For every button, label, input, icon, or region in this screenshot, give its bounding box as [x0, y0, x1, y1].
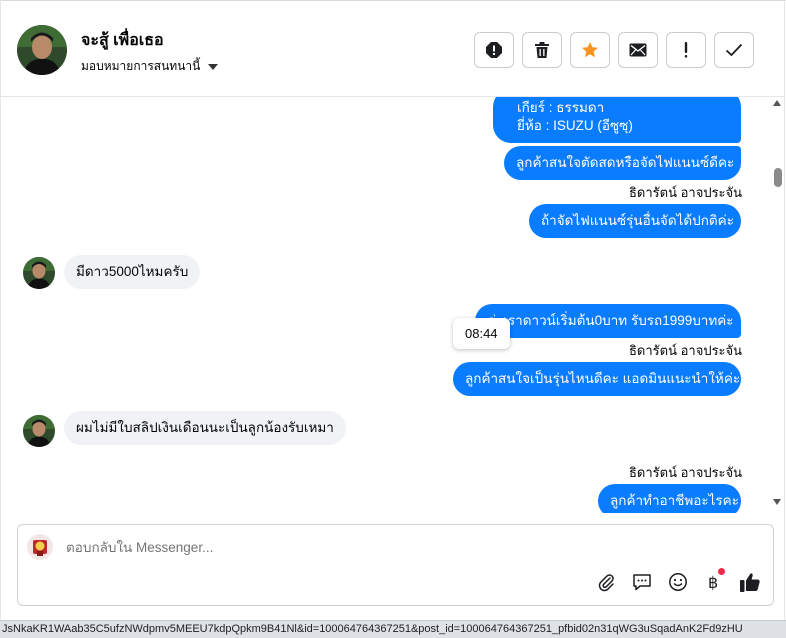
saved-reply-button[interactable] [631, 571, 653, 593]
thumbs-up-button[interactable] [739, 571, 761, 593]
message-text: ลูกค้าสนใจตัดสดหรือจัดไฟแนนซ์ดีคะ [516, 155, 735, 170]
trash-icon [535, 42, 549, 58]
contact-avatar-small [23, 257, 55, 289]
sender-name: ธิดารัตน์ อาจประจัน [629, 343, 743, 358]
message-text: ค่ะเราดาวน์เริ่มต้น0บาท รับรถ1999บาทค่ะ [487, 313, 734, 328]
attach-button[interactable] [595, 571, 617, 593]
alert-icon [486, 42, 502, 58]
timestamp-tooltip: 08:44 [453, 318, 510, 349]
message-list[interactable]: เกียร์ : ธรรมดา ยี่ห้อ : ISUZU (อีซูซุ) … [1, 97, 771, 513]
message-text: ผมไม่มีใบสลิปเงินเดือนนะเป็นลูกน้องรับเห… [76, 420, 334, 435]
star-icon [582, 42, 598, 58]
thumbs-up-icon [740, 573, 760, 592]
message-text: ลูกค้าทำอาชีพอะไรคะ [610, 493, 739, 508]
reply-input[interactable] [66, 540, 726, 555]
incoming-message[interactable]: มีดาว5000ไหมครับ [64, 255, 201, 289]
conversation-panel: จะสู้ เพื่อเธอ มอบหมายการสนทนานี้ เกียร์… [0, 0, 786, 620]
scroll-down-arrow-icon[interactable] [773, 499, 781, 505]
notification-dot [718, 568, 725, 575]
message-text: มีดาว5000ไหมครับ [76, 264, 189, 279]
assign-conversation-dropdown[interactable]: มอบหมายการสนทนานี้ [81, 57, 219, 76]
browser-status-bar: JsNkaKR1WAab35C5ufzNWdpmv5MEEU7kdpQpkm9B… [0, 620, 786, 638]
sender-name: ธิดารัตน์ อาจประจัน [629, 185, 743, 200]
reply-composer: ฿ [17, 524, 774, 606]
contact-avatar[interactable] [17, 25, 67, 75]
outgoing-message[interactable]: เกียร์ : ธรรมดา ยี่ห้อ : ISUZU (อีซูซุ) [493, 97, 741, 143]
check-icon [725, 43, 743, 57]
payment-button[interactable]: ฿ [703, 568, 725, 593]
emoji-icon [669, 573, 687, 591]
scroll-up-arrow-icon[interactable] [773, 100, 781, 106]
outgoing-message[interactable]: ลูกค้าทำอาชีพอะไรคะ [598, 484, 741, 513]
mark-spam-button[interactable] [474, 32, 514, 68]
delete-button[interactable] [522, 32, 562, 68]
conversation-header: จะสู้ เพื่อเธอ มอบหมายการสนทนานี้ [1, 1, 784, 97]
page-avatar [27, 534, 53, 560]
svg-text:฿: ฿ [708, 573, 718, 592]
outgoing-message[interactable]: ลูกค้าสนใจเป็นรุ่นไหนดีคะ แอดมินแนะนำให้… [453, 362, 741, 396]
divider [784, 0, 785, 620]
message-text: ยี่ห้อ : ISUZU (อีซูซุ) [517, 118, 633, 133]
message-text: ลูกค้าสนใจเป็นรุ่นไหนดีคะ แอดมินแนะนำให้… [465, 371, 741, 386]
outgoing-message[interactable]: ค่ะเราดาวน์เริ่มต้น0บาท รับรถ1999บาทค่ะ [475, 304, 741, 338]
caret-down-icon [208, 63, 219, 70]
attach-icon [598, 574, 614, 592]
sender-name: ธิดารัตน์ อาจประจัน [629, 465, 743, 480]
mail-icon [629, 43, 647, 57]
assign-label: มอบหมายการสนทนานี้ [81, 59, 201, 73]
star-button[interactable] [570, 32, 610, 68]
exclamation-icon [684, 42, 688, 58]
emoji-button[interactable] [667, 571, 689, 593]
incoming-message[interactable]: ผมไม่มีใบสลิปเงินเดือนนะเป็นลูกน้องรับเห… [64, 411, 346, 445]
mark-unread-button[interactable] [618, 32, 658, 68]
composer-toolbar: ฿ [595, 568, 761, 593]
message-text: ถ้าจัดไฟแนนซ์รุ่นอื่นจัดได้ปกติค่ะ [541, 213, 734, 228]
conversation-toolbar [474, 32, 754, 68]
outgoing-message[interactable]: ถ้าจัดไฟแนนซ์รุ่นอื่นจัดได้ปกติค่ะ [529, 204, 741, 238]
baht-icon: ฿ [708, 573, 718, 592]
scrollbar-thumb[interactable] [774, 168, 782, 187]
contact-avatar-small [23, 415, 55, 447]
message-text: เกียร์ : ธรรมดา [517, 100, 605, 115]
saved-reply-icon [633, 574, 651, 591]
outgoing-message[interactable]: ลูกค้าสนใจตัดสดหรือจัดไฟแนนซ์ดีคะ [504, 146, 741, 180]
mark-done-button[interactable] [714, 32, 754, 68]
follow-up-button[interactable] [666, 32, 706, 68]
contact-name: จะสู้ เพื่อเธอ [81, 32, 164, 49]
